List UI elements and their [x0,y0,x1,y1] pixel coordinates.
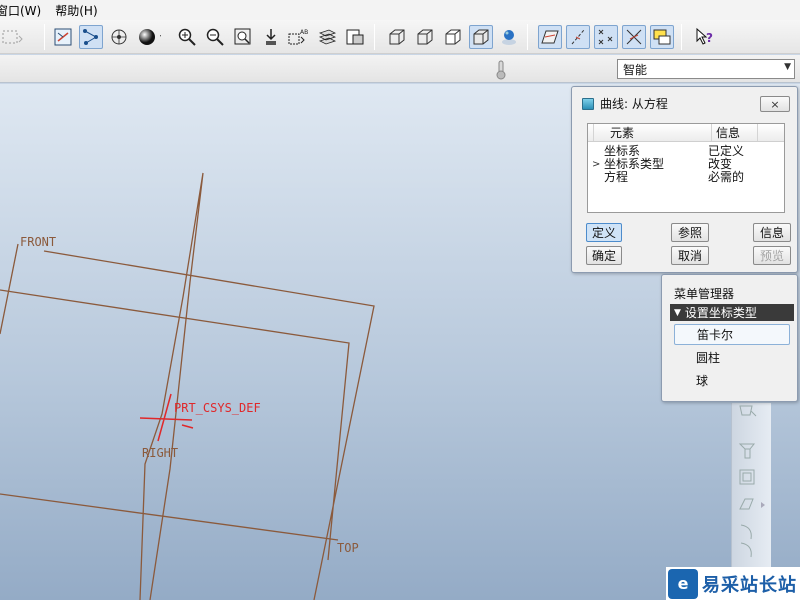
menu-item-spherical[interactable]: 球 [674,370,790,391]
menu-manager-title: 菜单管理器 [674,287,735,301]
refit-icon[interactable] [231,25,255,49]
datum-points-icon[interactable] [79,25,103,49]
toolbar-separator [374,24,375,50]
watermark: e 易采站长站 [666,567,800,600]
filter-bar: 智能 ▼ [0,55,800,83]
no-hidden-icon[interactable] [441,25,465,49]
close-icon: × [770,97,780,111]
toolbar-separator [527,24,528,50]
ok-button[interactable]: 确定 [586,246,622,265]
menu-manager-header-label: 设置坐标类型 [684,306,757,320]
menu-window[interactable]: 窗口(W) [0,2,55,19]
selection-filter-value: 智能 [623,62,648,77]
selection-filter-select[interactable]: 智能 ▼ [617,59,795,79]
datum-plane-edge [0,243,19,335]
table-row[interactable]: 方程 必需的 [588,171,784,184]
dialog-title-row: 曲线: 从方程 [582,95,668,112]
datum-label-top: TOP [337,541,359,555]
shading-sphere-icon[interactable] [137,25,161,49]
row-info: 必需的 [708,170,745,184]
element-table: 元素 信息 坐标系 已定义 > 坐标系类型 改变 方程 必需的 [587,123,785,213]
row-marker: > [592,159,601,170]
menu-manager-header[interactable]: ▼ 设置坐标类型 [670,304,794,321]
table-header: 元素 信息 [588,124,784,142]
menu-item-cartesian[interactable]: 笛卡尔 [674,324,790,345]
hidden-line-icon[interactable] [413,25,437,49]
row-marker [588,171,604,184]
spin-center-icon[interactable] [107,25,131,49]
dialog-title: 曲线: 从方程 [600,97,668,111]
datum-plane-right[interactable] [139,172,204,600]
row-marker [588,145,604,158]
main-toolbar: AB ? [0,20,800,54]
shaded-icon[interactable] [469,25,493,49]
thermometer-icon[interactable] [494,59,508,81]
toolbar-separator [44,24,45,50]
layers-icon[interactable] [315,25,339,49]
view-manager-icon[interactable]: AB [287,25,311,49]
close-button[interactable]: × [760,96,790,112]
csys-toggle-icon[interactable] [622,25,646,49]
zoom-out-icon[interactable] [203,25,227,49]
curve-from-equation-dialog: 曲线: 从方程 × 元素 信息 坐标系 已定义 > 坐标系类型 改变 方程 必需… [571,86,798,273]
appearance-icon[interactable] [497,25,521,49]
menu-item-cylindrical[interactable]: 圆柱 [674,347,790,368]
cancel-button[interactable]: 取消 [671,246,709,265]
reorient-icon[interactable] [259,25,283,49]
shell-icon[interactable] [737,467,759,487]
site-logo-icon: e [668,568,698,599]
menu-bar: 窗口(W) 帮助(H) [0,0,800,20]
info-button[interactable]: 信息 [753,223,791,242]
define-button[interactable]: 定义 [586,223,622,242]
column-header-element[interactable]: 元素 [594,124,712,141]
column-header-info[interactable]: 信息 [712,124,758,141]
zoom-in-icon[interactable] [175,25,199,49]
wireframe-icon[interactable] [385,25,409,49]
svg-text:?: ? [706,31,713,45]
sketch-icon[interactable] [737,403,759,419]
curve-feature-icon [582,97,594,110]
extrude-icon[interactable] [737,441,759,461]
datum-display-icon[interactable] [51,25,75,49]
datum-plane-front[interactable] [0,250,375,600]
svg-text:AB: AB [300,29,308,36]
menu-manager-panel: 菜单管理器 ▼ 设置坐标类型 笛卡尔 圆柱 球 [661,274,798,402]
watermark-text: 易采站长站 [702,574,797,596]
annotation-icon[interactable] [650,25,674,49]
datum-label-front: FRONT [20,235,56,249]
round-icon[interactable] [737,521,759,561]
datum-axes-icon[interactable] [566,25,590,49]
datum-points-toggle-icon[interactable] [594,25,618,49]
reference-button[interactable]: 参照 [671,223,709,242]
triangle-down-icon: ▼ [674,307,681,318]
select-box-icon[interactable] [0,25,24,49]
datum-label-right: RIGHT [142,446,178,460]
rib-icon[interactable] [737,495,769,515]
whats-this-icon[interactable]: ? [693,25,717,49]
toolbar-separator [681,24,682,50]
menu-help[interactable]: 帮助(H) [55,2,111,19]
preview-button: 预览 [753,246,791,265]
chevron-down-icon: ▼ [784,62,791,72]
saved-views-icon[interactable] [343,25,367,49]
csys-label: PRT_CSYS_DEF [174,401,261,415]
row-element: 方程 [604,170,629,184]
datum-planes-icon[interactable] [538,25,562,49]
